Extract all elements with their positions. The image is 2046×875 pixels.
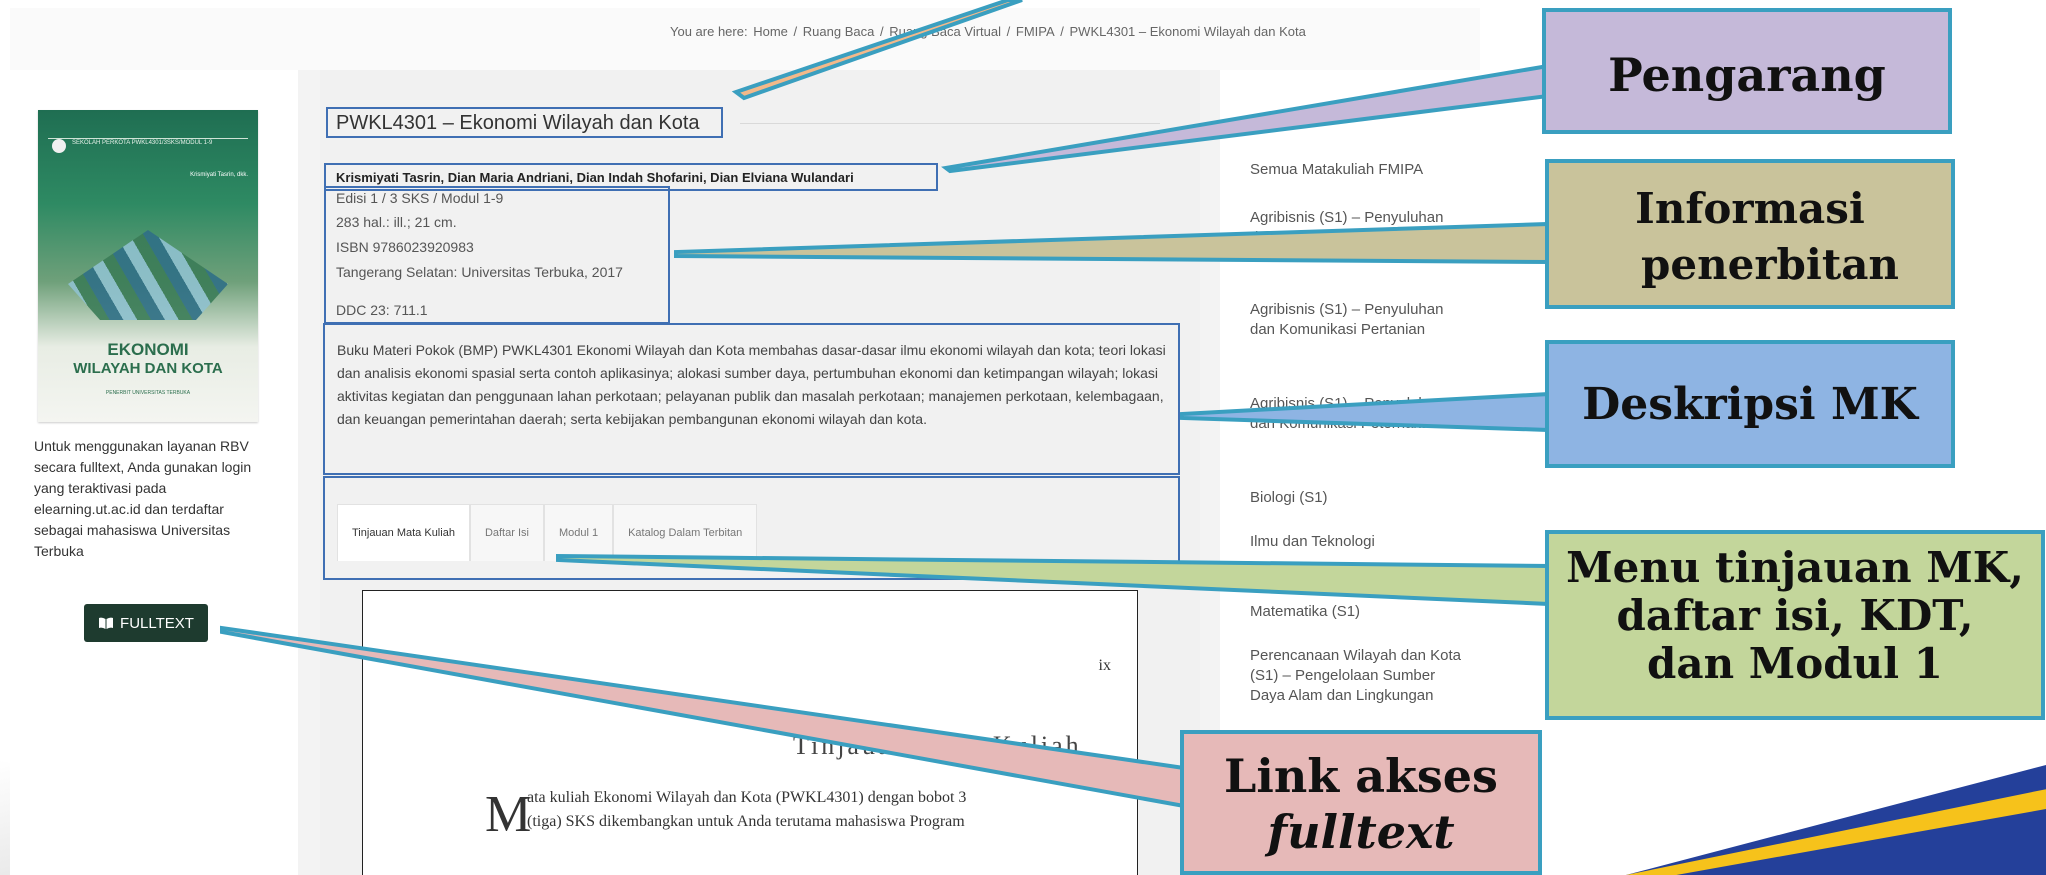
fulltext-pointer: [220, 625, 1186, 809]
callout-menu-tinjauan: Menu tinjauan MK, daftar isi, KDT, dan M…: [1545, 530, 2045, 720]
title-pointer: [731, 0, 1023, 101]
callout-link-fulltext: Link akses fulltext: [1180, 730, 1542, 875]
callout-menu-line1: Menu tinjauan MK,: [1566, 543, 2024, 592]
menu-pointer: [556, 553, 1551, 607]
pengarang-pointer: [941, 63, 1550, 174]
callout-pengarang-text: Pengarang: [1608, 48, 1886, 102]
callout-link-line1: Link akses: [1224, 749, 1498, 803]
callout-informasi-line1: Informasi: [1635, 184, 1865, 233]
callout-link-line2: fulltext: [1267, 805, 1455, 859]
informasi-pointer: [674, 221, 1551, 265]
callout-informasi-penerbitan: Informasi penerbitan: [1545, 159, 1955, 309]
callout-menu-line3: dan Modul 1: [1647, 639, 1943, 688]
callout-menu-line2: daftar isi, KDT,: [1616, 591, 1974, 640]
deskripsi-pointer: [1180, 391, 1551, 433]
callout-deskripsi-mk: Deskripsi MK: [1545, 340, 1955, 468]
callout-informasi-line2: penerbitan: [1641, 240, 1899, 289]
callout-deskripsi-text: Deskripsi MK: [1582, 379, 1918, 430]
callout-pengarang: Pengarang: [1542, 8, 1952, 134]
